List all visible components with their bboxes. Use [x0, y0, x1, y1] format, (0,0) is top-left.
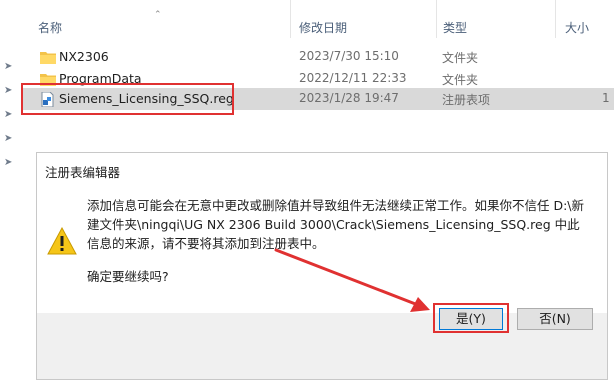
pin-icon[interactable]: ➤	[4, 62, 14, 72]
file-row-nx2306[interactable]: NX2306 2023/7/30 15:10 文件夹	[22, 46, 614, 68]
file-type: 文件夹	[442, 73, 479, 87]
file-date: 2022/12/11 22:33	[299, 71, 407, 85]
file-date: 2023/1/28 19:47	[299, 91, 399, 105]
pin-icon[interactable]: ➤	[4, 110, 14, 120]
column-divider[interactable]	[290, 0, 291, 38]
dialog-titlebar[interactable]: 注册表编辑器	[37, 153, 607, 187]
column-header-type[interactable]: 类型	[443, 19, 467, 36]
yes-button[interactable]: 是(Y)	[439, 308, 503, 330]
annotation-highlight-box	[21, 83, 234, 115]
column-header-modified[interactable]: 修改日期	[299, 19, 347, 36]
warning-icon	[47, 227, 77, 255]
dialog-title: 注册表编辑器	[45, 165, 121, 180]
pin-icon[interactable]: ➤	[4, 86, 14, 96]
column-header-bar: ⌃ 名称 修改日期 类型 大小	[0, 0, 614, 38]
column-header-size[interactable]: 大小	[565, 19, 589, 36]
file-type: 文件夹	[442, 51, 479, 65]
pin-icon[interactable]: ➤	[4, 158, 14, 168]
dialog-body: 添加信息可能会在无意中更改或删除值并导致组件无法继续正常工作。如果你不信任 D:…	[37, 187, 607, 313]
file-type: 注册表项	[442, 93, 491, 107]
no-button[interactable]: 否(N)	[517, 308, 593, 330]
dialog-question: 确定要继续吗?	[87, 269, 169, 284]
column-divider[interactable]	[436, 0, 437, 38]
sort-up-icon: ⌃	[154, 10, 162, 20]
folder-icon	[40, 52, 56, 64]
file-date: 2023/7/30 15:10	[299, 49, 399, 63]
dialog-message: 添加信息可能会在无意中更改或删除值并导致组件无法继续正常工作。如果你不信任 D:…	[87, 198, 585, 251]
file-name: NX2306	[59, 49, 109, 64]
registry-editor-dialog: 注册表编辑器 添加信息可能会在无意中更改或删除值并导致组件无法继续正常工作。如果…	[36, 152, 608, 380]
column-header-name[interactable]: 名称	[38, 19, 62, 36]
file-size: 1	[602, 91, 610, 105]
pin-icon[interactable]: ➤	[4, 134, 14, 144]
column-divider[interactable]	[555, 0, 556, 38]
annotation-highlight-box: 是(Y)	[433, 303, 509, 333]
